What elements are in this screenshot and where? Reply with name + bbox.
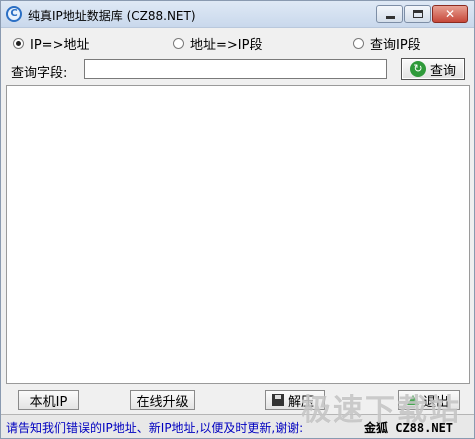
radio-address-to-ip-range[interactable]: 地址=>IP段 [173,35,263,53]
title-bar[interactable]: C 纯真IP地址数据库 (CZ88.NET) ✕ [1,1,474,28]
query-button[interactable]: ↻ 查询 [401,58,465,80]
radio-query-ip-range[interactable]: 查询IP段 [353,35,421,53]
radio-label: IP=>地址 [30,37,90,53]
refresh-icon: ↻ [409,61,426,77]
close-button[interactable]: ✕ [432,5,468,23]
minimize-button[interactable] [376,5,403,23]
online-upgrade-button[interactable]: 在线升级 [130,390,195,410]
radio-button[interactable] [173,37,184,49]
results-textarea[interactable] [6,85,470,384]
query-input[interactable] [84,59,387,79]
window-title: 纯真IP地址数据库 (CZ88.NET) [28,9,196,23]
radio-label: 地址=>IP段 [190,37,263,53]
minimize-icon [386,16,395,19]
query-field-label: 查询字段: [11,66,68,81]
local-ip-button[interactable]: 本机IP [18,390,79,410]
query-button-label: 查询 [429,63,456,79]
radio-button-checked[interactable] [13,37,24,49]
watermark: 极速下载站 [301,393,461,428]
close-icon: ✕ [444,7,456,21]
status-message: 请告知我们错误的IP地址、新IP地址,以便及时更新,谢谢: [6,421,304,435]
maximize-button[interactable] [404,5,431,23]
app-window: C 纯真IP地址数据库 (CZ88.NET) ✕ IP=>地址 地址=>IP段 … [0,0,475,439]
app-logo-icon: C [6,6,22,22]
floppy-disk-icon [272,394,284,406]
maximize-icon [413,10,423,18]
radio-ip-to-address[interactable]: IP=>地址 [13,35,90,53]
radio-button[interactable] [353,37,364,49]
radio-label: 查询IP段 [370,37,421,53]
